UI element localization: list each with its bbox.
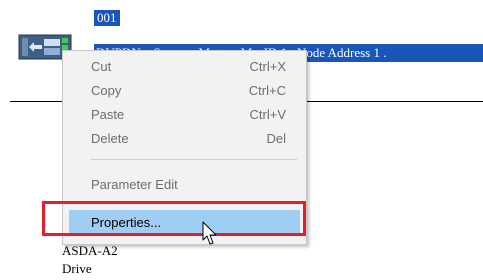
menu-item-label: Paste bbox=[91, 107, 125, 122]
connection-line bbox=[307, 101, 483, 102]
node-id-label[interactable]: 001 bbox=[94, 10, 120, 26]
menu-item-label: Cut bbox=[91, 59, 112, 74]
annotation-highlight-box bbox=[42, 201, 306, 236]
menu-item-paste[interactable]: Paste Ctrl+V bbox=[69, 104, 300, 126]
menu-item-shortcut: Ctrl+C bbox=[248, 83, 286, 98]
menu-item-delete[interactable]: Delete Del bbox=[69, 128, 300, 150]
connection-line bbox=[10, 101, 62, 102]
menu-item-copy[interactable]: Copy Ctrl+C bbox=[69, 80, 300, 102]
menu-item-parameter-edit[interactable]: Parameter Edit bbox=[69, 174, 300, 196]
menu-item-label: Copy bbox=[91, 83, 122, 98]
device-type-label[interactable]: Drive bbox=[62, 261, 92, 277]
mouse-pointer-icon bbox=[202, 221, 217, 245]
menu-item-shortcut: Ctrl+X bbox=[249, 59, 286, 74]
menu-item-shortcut: Ctrl+V bbox=[249, 107, 286, 122]
menu-item-label: Parameter Edit bbox=[91, 177, 178, 192]
menu-item-cut[interactable]: Cut Ctrl+X bbox=[69, 56, 300, 78]
menu-separator bbox=[91, 159, 297, 160]
device-model-label[interactable]: ASDA-A2 bbox=[62, 243, 118, 259]
menu-item-shortcut: Del bbox=[266, 131, 286, 146]
menu-item-label: Delete bbox=[91, 131, 129, 146]
